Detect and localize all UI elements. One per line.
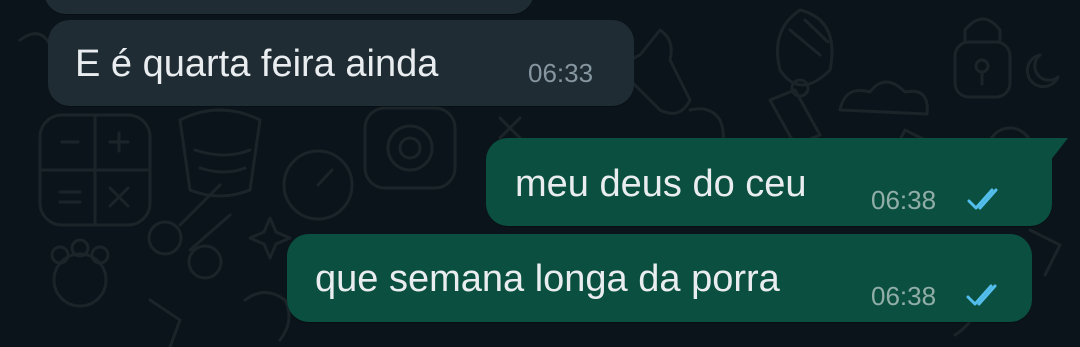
message-time: 06:38 (871, 281, 937, 311)
double-check-read-icon (967, 188, 998, 210)
double-check-read-icon (966, 284, 997, 306)
message-text: meu deus do ceu (515, 163, 807, 205)
message-bubble-outgoing[interactable]: meu deus do ceu 06:38 (486, 138, 1068, 226)
message-time: 06:33 (528, 58, 594, 88)
message-text: E é quarta feira ainda (75, 43, 439, 85)
message-bubble-partial (44, 0, 534, 14)
message-time: 06:38 (871, 185, 937, 215)
bubble-tail-icon (1040, 138, 1068, 168)
message-bubble-outgoing[interactable]: que semana longa da porra 06:38 (287, 234, 1032, 322)
message-bubble-incoming[interactable]: E é quarta feira ainda 06:33 (48, 20, 634, 106)
message-text: que semana longa da porra (315, 258, 780, 300)
